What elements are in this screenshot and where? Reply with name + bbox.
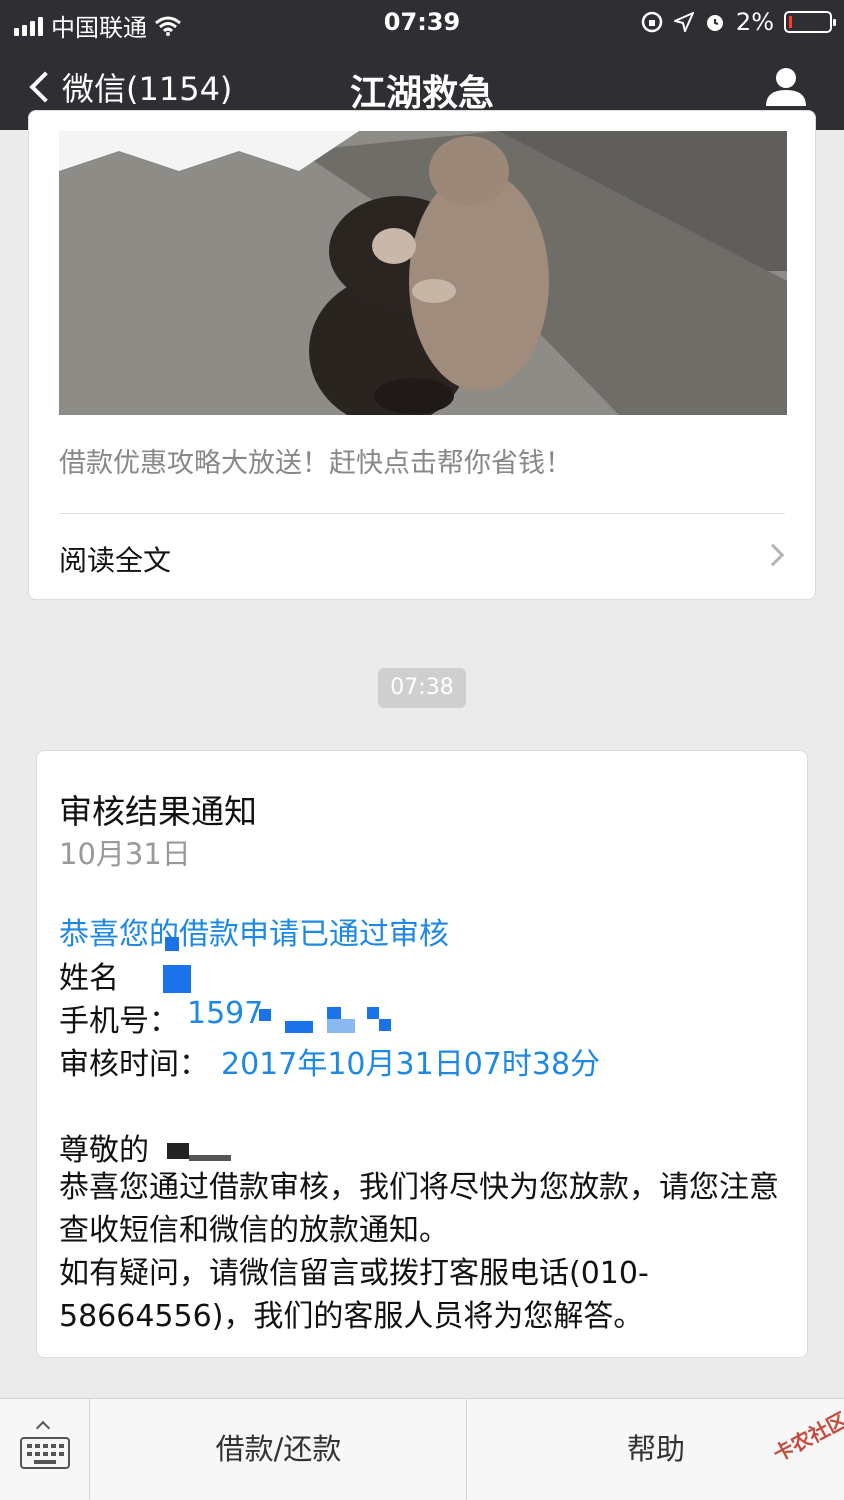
name-label: 姓名 xyxy=(59,961,119,996)
alarm-icon xyxy=(706,15,723,31)
phone-redaction-4 xyxy=(327,1019,355,1033)
article-description: 借款优惠攻略大放送！赶快点击帮你省钱！ xyxy=(59,448,572,479)
keyboard-icon xyxy=(20,1437,70,1469)
battery-icon xyxy=(784,11,836,33)
greeting: 尊敬的 xyxy=(59,1133,149,1168)
phone-redaction-2 xyxy=(285,1021,313,1033)
phone-value: 1597 xyxy=(187,996,264,1031)
notification-card[interactable]: 审核结果通知 10月31日 恭喜您的借款申请已通过审核 姓名 手机号： 1597… xyxy=(36,750,808,1358)
menu-loan-repay[interactable]: 借款/还款 xyxy=(91,1399,467,1500)
phone-redaction-3 xyxy=(327,1007,341,1019)
read-full-article-link[interactable]: 阅读全文 xyxy=(59,539,171,579)
battery-percent: 2% xyxy=(735,8,774,36)
phone-redaction-5 xyxy=(367,1007,379,1019)
approval-headline: 恭喜您的借款申请已通过审核 xyxy=(59,917,449,952)
page-title: 江湖救急 xyxy=(349,73,494,114)
chevron-right-icon xyxy=(761,543,785,567)
rotation-lock-icon xyxy=(641,11,663,33)
review-time-value: 2017年10月31日07时38分 xyxy=(221,1047,601,1082)
location-icon xyxy=(673,12,694,32)
phone-redaction-1 xyxy=(259,1009,271,1021)
notice-body-2: 如有疑问，请微信留言或拨打客服电话(010-58664556)，我们的客服人员将… xyxy=(59,1256,649,1334)
article-card[interactable]: 借款优惠攻略大放送！赶快点击帮你省钱！ 阅读全文 xyxy=(28,110,816,600)
notification-date: 10月31日 xyxy=(59,837,191,871)
chevron-up-icon xyxy=(35,1420,51,1436)
divider xyxy=(59,513,785,514)
phone-redaction-6 xyxy=(379,1019,391,1031)
phone-label: 手机号： xyxy=(59,1004,179,1039)
status-bar: 中国联通 07:39 2% xyxy=(0,0,844,44)
notification-title: 审核结果通知 xyxy=(59,792,257,831)
article-cover-image xyxy=(59,131,787,415)
notice-body-1: 恭喜您通过借款审核，我们将尽快为您放款，请您注意查收短信和微信的放款通知。 xyxy=(59,1170,779,1248)
greeting-redaction-2 xyxy=(189,1155,231,1161)
redaction-block xyxy=(165,937,179,951)
bottom-menu-bar: 借款/还款 帮助 xyxy=(0,1398,844,1500)
status-right: 2% xyxy=(640,8,836,36)
puppies-illustration xyxy=(59,131,787,415)
name-redaction xyxy=(163,965,191,993)
greeting-redaction xyxy=(167,1143,189,1159)
user-profile-icon[interactable] xyxy=(764,66,808,106)
review-time-label: 审核时间： xyxy=(59,1047,209,1082)
message-timestamp: 07:38 xyxy=(378,668,466,708)
keyboard-toggle-button[interactable] xyxy=(0,1399,90,1500)
